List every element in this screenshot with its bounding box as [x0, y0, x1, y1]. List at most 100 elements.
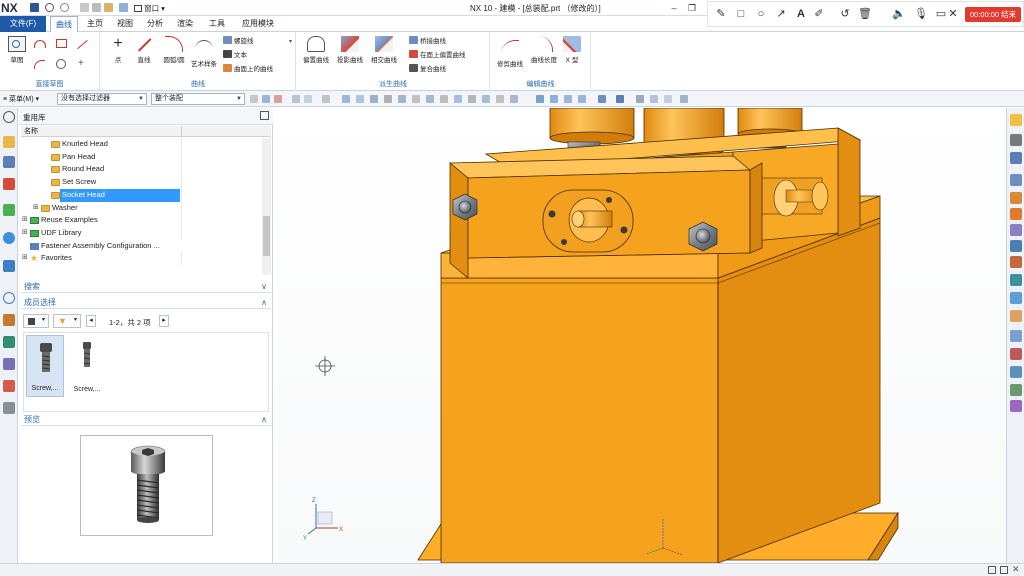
- arc-tool-icon[interactable]: [34, 40, 46, 48]
- fillet-tool-icon[interactable]: [34, 60, 45, 69]
- shell-icon[interactable]: [1010, 330, 1022, 342]
- circle-icon[interactable]: ○: [754, 7, 768, 21]
- expand-icon[interactable]: ⊞: [22, 227, 28, 240]
- rectangle-tool-icon[interactable]: [56, 39, 67, 48]
- arc-circle-button[interactable]: 圆弧/圆: [157, 36, 191, 64]
- boolean-icon[interactable]: [1010, 240, 1022, 252]
- arrow-icon[interactable]: ↗: [774, 7, 788, 21]
- block-icon[interactable]: [1010, 152, 1022, 164]
- x-form-button[interactable]: X 型: [555, 36, 589, 64]
- close-icon[interactable]: ✕: [946, 7, 960, 21]
- snap-existing-point-icon[interactable]: [426, 95, 434, 103]
- circle-tool-icon[interactable]: [56, 59, 66, 69]
- tree-scrollbar[interactable]: [262, 138, 271, 275]
- menu-button[interactable]: ≡ 菜单(M) ▾: [3, 94, 39, 104]
- cylinder-icon[interactable]: [1010, 174, 1022, 186]
- snap-face-point-icon[interactable]: [454, 95, 462, 103]
- expand-icon[interactable]: ⊞: [33, 202, 39, 215]
- snap-midpoint-icon[interactable]: [356, 95, 364, 103]
- snap-control-icon[interactable]: [370, 95, 378, 103]
- cut-icon[interactable]: [80, 3, 89, 12]
- deselect-icon[interactable]: [274, 95, 282, 103]
- redo-icon[interactable]: [60, 3, 69, 12]
- trash-icon[interactable]: 🗑: [858, 7, 872, 21]
- hole-icon[interactable]: [1010, 224, 1022, 236]
- speaker-icon[interactable]: 🔈: [892, 7, 906, 21]
- search-section-header[interactable]: 搜索 ∨: [21, 281, 271, 293]
- tree-column-header[interactable]: 名称: [21, 126, 271, 137]
- tab-analysis[interactable]: 分析: [142, 16, 168, 32]
- draft-icon[interactable]: [1010, 348, 1022, 360]
- line-tool-icon[interactable]: [77, 39, 88, 50]
- tree-item-round-head[interactable]: Round Head: [21, 163, 262, 177]
- more-curve-dropdown-icon[interactable]: ▾: [289, 38, 292, 45]
- tab-render[interactable]: 渲染: [172, 16, 198, 32]
- tree-item-pan-head[interactable]: Pan Head: [21, 150, 262, 164]
- member-item[interactable]: Screw,...: [26, 335, 64, 397]
- offset-curve-in-face-button[interactable]: 在面上偏置曲线: [409, 50, 466, 62]
- reuse-library-icon[interactable]: [3, 204, 15, 216]
- layer-visibility-icon[interactable]: [664, 95, 672, 103]
- line-button[interactable]: 直线: [129, 36, 159, 64]
- trim-curve-button[interactable]: 修剪曲线: [493, 36, 527, 68]
- point-button[interactable]: + 点: [105, 36, 131, 65]
- snap-quadrant-icon[interactable]: [412, 95, 420, 103]
- assembly-model[interactable]: Z X Y: [278, 108, 1005, 563]
- snap-pole-icon[interactable]: [468, 95, 476, 103]
- tree-item-reuse-examples[interactable]: ⊞ Reuse Examples: [21, 214, 262, 227]
- edge-blend-icon[interactable]: [1010, 256, 1022, 268]
- manufacturing-wizard-icon[interactable]: [3, 358, 15, 370]
- roles-icon[interactable]: [3, 380, 15, 392]
- pen-icon[interactable]: ✎: [714, 7, 728, 21]
- text-icon[interactable]: A: [794, 7, 808, 21]
- offset-curve-button[interactable]: 偏置曲线: [299, 36, 333, 64]
- selection-scope-select[interactable]: 整个装配 ▼: [151, 93, 245, 105]
- view-fit-icon[interactable]: [536, 95, 544, 103]
- tree-item-washer[interactable]: ⊞ Washer: [21, 201, 262, 215]
- type-filter-select[interactable]: 没有选择过滤器 ▼: [57, 93, 147, 105]
- microphone-icon[interactable]: 🎙: [914, 7, 928, 21]
- panel-maximize-icon[interactable]: [260, 111, 269, 120]
- snap-point-icon[interactable]: [250, 95, 258, 103]
- next-page-icon[interactable]: ▸: [159, 315, 169, 327]
- tab-curve[interactable]: 曲线: [50, 16, 78, 32]
- snap-intersection-icon[interactable]: [384, 95, 392, 103]
- orient-view-icon[interactable]: [598, 95, 606, 103]
- previous-page-icon[interactable]: ◂: [86, 315, 96, 327]
- window-menu[interactable]: 窗口 ▾: [134, 3, 165, 14]
- pattern-icon[interactable]: [1010, 292, 1022, 304]
- bridge-curve-button[interactable]: 桥接曲线: [409, 36, 446, 48]
- undo-icon[interactable]: ↺: [838, 7, 852, 21]
- rotate-view-icon[interactable]: [564, 95, 572, 103]
- curve-on-surface-button[interactable]: 曲面上的曲线: [223, 64, 273, 76]
- minimize-button[interactable]: –: [668, 2, 680, 14]
- studio-spline-button[interactable]: 艺术样条: [187, 36, 221, 68]
- tree-item-fastener-config[interactable]: Fastener Assembly Configuration ...: [21, 240, 262, 253]
- tree-item-knurled-head[interactable]: Knurled Head: [21, 138, 262, 151]
- mirror-icon[interactable]: [1010, 310, 1022, 322]
- assembly-navigator-icon[interactable]: [3, 136, 15, 148]
- history-clock-icon[interactable]: [3, 292, 15, 304]
- point-tool-icon[interactable]: +: [78, 58, 84, 69]
- clip-section-icon[interactable]: [680, 95, 688, 103]
- sew-icon[interactable]: [1010, 400, 1022, 412]
- revolve-icon[interactable]: [1010, 208, 1022, 220]
- expand-icon[interactable]: ⊞: [22, 214, 28, 227]
- snap-tangent-icon[interactable]: [496, 95, 504, 103]
- fullscreen-icon[interactable]: [988, 566, 996, 574]
- feature-selection-icon[interactable]: [304, 95, 312, 103]
- file-menu-tab[interactable]: 文件(F): [0, 16, 46, 32]
- zoom-icon[interactable]: [550, 95, 558, 103]
- snap-perpendicular-icon[interactable]: [510, 95, 518, 103]
- snap-bounded-icon[interactable]: [482, 95, 490, 103]
- member-select-section-header[interactable]: 成员选择 ∧: [21, 297, 271, 309]
- member-item[interactable]: Screw,...: [68, 335, 106, 397]
- paste-icon[interactable]: [104, 3, 113, 12]
- process-studio-icon[interactable]: [3, 336, 15, 348]
- settings-gear-icon[interactable]: [3, 111, 15, 123]
- snap-endpoint-icon[interactable]: [342, 95, 350, 103]
- view-mode-button[interactable]: ▾: [23, 314, 49, 328]
- tree-item-favorites[interactable]: ⊞ ★ Favorites: [21, 252, 262, 265]
- view-triad-icon[interactable]: Z X Y: [303, 498, 343, 542]
- info-icon[interactable]: [1010, 114, 1022, 126]
